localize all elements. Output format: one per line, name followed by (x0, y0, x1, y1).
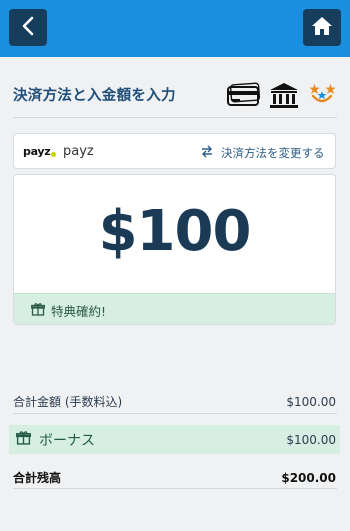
row-divider (13, 413, 337, 414)
page-title: 決済方法と入金額を入力 (13, 88, 176, 104)
change-method-link[interactable]: 決済方法を変更する (200, 144, 325, 161)
subtotal-row: 合計金額 (手数料込) $100.00 (13, 393, 336, 410)
payment-method-card: payz payz 決済方法を変更する (13, 133, 336, 169)
bonus-strip: 特典確約! (14, 293, 335, 324)
card-icon (227, 82, 261, 106)
subtotal-value: $100.00 (286, 394, 336, 409)
swap-icon (200, 144, 214, 161)
payment-method-icons (226, 80, 340, 110)
row-divider (13, 488, 337, 489)
deposit-amount[interactable]: $100 (14, 199, 335, 264)
bonus-label: ボーナス (39, 432, 95, 449)
section-divider (13, 117, 337, 118)
back-button[interactable] (9, 9, 47, 46)
bonus-note: 特典確約! (51, 303, 107, 319)
total-row: 合計残高 $200.00 (13, 469, 336, 486)
bank-icon (270, 83, 298, 108)
total-value: $200.00 (281, 470, 336, 485)
bonus-row: ボーナス $100.00 (9, 425, 340, 454)
change-method-label: 決済方法を変更する (221, 145, 325, 160)
star-badge-icon (309, 83, 336, 103)
gift-icon (31, 302, 45, 319)
amount-card[interactable]: $100 特典確約! (13, 174, 336, 325)
total-label: 合計残高 (13, 471, 62, 485)
bonus-value: $100.00 (286, 432, 336, 447)
payz-logo-dot (51, 152, 56, 157)
home-icon (311, 16, 333, 40)
chevron-left-icon (21, 16, 35, 40)
gift-icon (16, 430, 31, 449)
payz-logo: payz (23, 145, 51, 158)
top-bar (0, 0, 350, 57)
payment-method-name: payz (63, 144, 94, 159)
subtotal-label: 合計金額 (手数料込) (13, 395, 123, 409)
home-button[interactable] (303, 9, 341, 46)
